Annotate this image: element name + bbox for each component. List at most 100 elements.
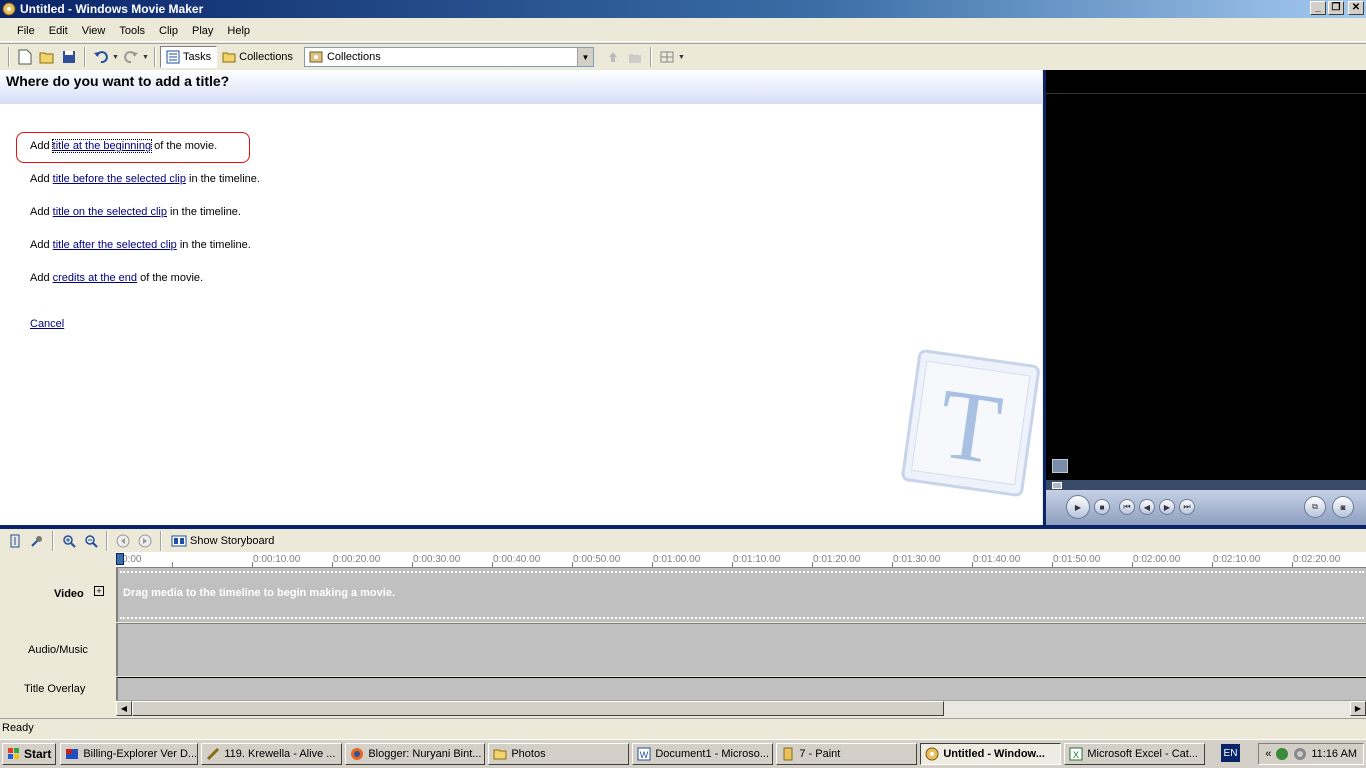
- menu-clip[interactable]: Clip: [152, 23, 185, 39]
- narrate-timeline-button[interactable]: [26, 530, 48, 552]
- redo-dropdown-arrow[interactable]: ▼: [142, 54, 150, 61]
- collections-combo[interactable]: Collections ▼: [303, 47, 594, 67]
- previous-frame-icon[interactable]: ⏮: [1119, 499, 1135, 515]
- toolbar-separator: [154, 47, 156, 67]
- rewind-icon[interactable]: ◀: [1139, 499, 1155, 515]
- taskbar-item[interactable]: 7 - Paint: [776, 743, 918, 765]
- minimize-button[interactable]: _: [1310, 1, 1326, 15]
- media-player-icon: [207, 747, 220, 761]
- undo-button[interactable]: [90, 46, 112, 68]
- toolbar-separator: [106, 530, 108, 551]
- seek-thumb[interactable]: [1052, 482, 1062, 489]
- open-project-button[interactable]: [36, 46, 58, 68]
- scroll-right-icon[interactable]: ▶: [1350, 701, 1366, 716]
- close-button[interactable]: ✕: [1348, 1, 1364, 15]
- ruler-tick-label: 0:00:30.00: [413, 554, 461, 565]
- new-collection-folder-button[interactable]: [624, 46, 646, 68]
- ruler-tick-label: 0:00:20.00: [333, 554, 381, 565]
- ruler-tick-mark: [492, 562, 493, 567]
- network-icon[interactable]: [1275, 747, 1289, 761]
- new-project-button[interactable]: [14, 46, 36, 68]
- preview-monitor: ▶ ■ ⏮ ◀ ▶ ⏭ ⧉ ◙: [1043, 70, 1366, 525]
- video-track[interactable]: Drag media to the timeline to begin maki…: [116, 568, 1366, 622]
- tray-expand-chevron-icon[interactable]: «: [1265, 748, 1271, 760]
- play-timeline-button[interactable]: [134, 530, 156, 552]
- option-suffix: of the movie.: [151, 140, 218, 152]
- credits-at-end-link[interactable]: credits at the end: [53, 272, 137, 284]
- timeline-ruler[interactable]: 0:00 0:00:10.00 0:00:20.00 0:00:30.00 0:00:4…: [116, 552, 1366, 568]
- taskbar-item[interactable]: X Microsoft Excel - Cat...: [1064, 743, 1206, 765]
- tasks-button[interactable]: Tasks: [160, 46, 218, 68]
- title-before-clip-link[interactable]: title before the selected clip: [53, 173, 186, 185]
- taskbar-item[interactable]: W Document1 - Microso...: [632, 743, 774, 765]
- start-button[interactable]: Start: [2, 743, 57, 765]
- chevron-down-icon[interactable]: ▼: [576, 48, 593, 66]
- scroll-left-icon[interactable]: ◀: [116, 701, 132, 716]
- snapshot-camera-icon[interactable]: ◙: [1332, 496, 1354, 518]
- collections-button[interactable]: Collections: [217, 46, 298, 68]
- volume-icon[interactable]: [1293, 747, 1307, 761]
- views-button[interactable]: [656, 46, 678, 68]
- ruler-tick-mark: [972, 562, 973, 567]
- menu-edit[interactable]: Edit: [42, 23, 75, 39]
- collections-button-label: Collections: [239, 51, 293, 63]
- option-prefix: Add: [30, 239, 53, 251]
- ruler-tick-label: 0:01:10.00: [733, 554, 781, 565]
- views-dropdown-arrow[interactable]: ▼: [678, 54, 686, 61]
- show-storyboard-button[interactable]: Show Storyboard: [166, 530, 279, 552]
- set-audio-levels-button[interactable]: [4, 530, 26, 552]
- taskbar-item[interactable]: Photos: [488, 743, 630, 765]
- toolbar-separator: [160, 530, 162, 551]
- microphone-icon: [31, 535, 42, 547]
- play-icon[interactable]: ▶: [1066, 495, 1090, 519]
- ruler-tick-mark: [812, 562, 813, 567]
- language-indicator[interactable]: EN: [1221, 744, 1240, 762]
- taskbar-item-active[interactable]: Untitled - Window...: [920, 743, 1062, 765]
- main-toolbar: ▼ ▼ Tasks Collections Collections ▼ ▼: [0, 43, 1366, 70]
- taskbar-item-label: Blogger: Nuryani Bint...: [368, 748, 482, 760]
- fast-forward-icon[interactable]: ▶: [1159, 499, 1175, 515]
- audio-music-track[interactable]: [116, 623, 1366, 676]
- excel-icon: X: [1069, 747, 1083, 761]
- save-project-button[interactable]: [58, 46, 80, 68]
- fullscreen-icon[interactable]: [1052, 459, 1068, 473]
- taskbar-item[interactable]: 119. Krewella - Alive ...: [201, 743, 343, 765]
- title-at-beginning-link[interactable]: title at the beginning: [51, 139, 153, 153]
- taskbar-item[interactable]: Blogger: Nuryani Bint...: [345, 743, 486, 765]
- menu-view[interactable]: View: [75, 23, 113, 39]
- undo-dropdown-arrow[interactable]: ▼: [112, 54, 120, 61]
- menu-play[interactable]: Play: [185, 23, 220, 39]
- cancel-link[interactable]: Cancel: [30, 318, 64, 330]
- clock[interactable]: 11:16 AM: [1311, 748, 1357, 760]
- menu-tools[interactable]: Tools: [112, 23, 152, 39]
- playhead-indicator[interactable]: [116, 553, 124, 565]
- option-prefix: Add: [30, 140, 53, 152]
- title-on-clip-link[interactable]: title on the selected clip: [53, 206, 167, 218]
- option-credits-at-end: Add credits at the end of the movie.: [30, 272, 203, 284]
- zoom-in-button[interactable]: [58, 530, 80, 552]
- taskbar-item-label: Microsoft Excel - Cat...: [1087, 748, 1198, 760]
- seek-bar[interactable]: [1046, 480, 1366, 490]
- expand-video-track-icon[interactable]: +: [94, 586, 104, 596]
- restore-button[interactable]: ❐: [1328, 1, 1344, 15]
- rewind-timeline-button[interactable]: [112, 530, 134, 552]
- page-title: Where do you want to add a title?: [6, 73, 230, 89]
- up-one-level-button[interactable]: [602, 46, 624, 68]
- zoom-out-button[interactable]: [80, 530, 102, 552]
- menu-help[interactable]: Help: [220, 23, 257, 39]
- title-overlay-track[interactable]: [116, 677, 1366, 700]
- ruler-tick-label: 0:01:50.00: [1053, 554, 1101, 565]
- redo-button[interactable]: [120, 46, 142, 68]
- menu-file[interactable]: File: [10, 23, 42, 39]
- timeline-scrollbar[interactable]: ◀ ▶: [116, 700, 1366, 716]
- title-after-clip-link[interactable]: title after the selected clip: [53, 239, 177, 251]
- zoom-in-icon: [63, 534, 76, 548]
- stop-icon[interactable]: ■: [1094, 499, 1110, 515]
- windows-taskbar: Start Billing-Explorer Ver D... 119. Kre…: [0, 739, 1366, 768]
- split-clip-icon[interactable]: ⧉: [1304, 496, 1326, 518]
- next-frame-icon[interactable]: ⏭: [1179, 499, 1195, 515]
- taskbar-item[interactable]: Billing-Explorer Ver D...: [60, 743, 199, 765]
- playback-controls: ▶ ■ ⏮ ◀ ▶ ⏭ ⧉ ◙: [1046, 490, 1366, 525]
- scrollbar-thumb[interactable]: [132, 701, 944, 716]
- status-text: Ready: [2, 722, 34, 734]
